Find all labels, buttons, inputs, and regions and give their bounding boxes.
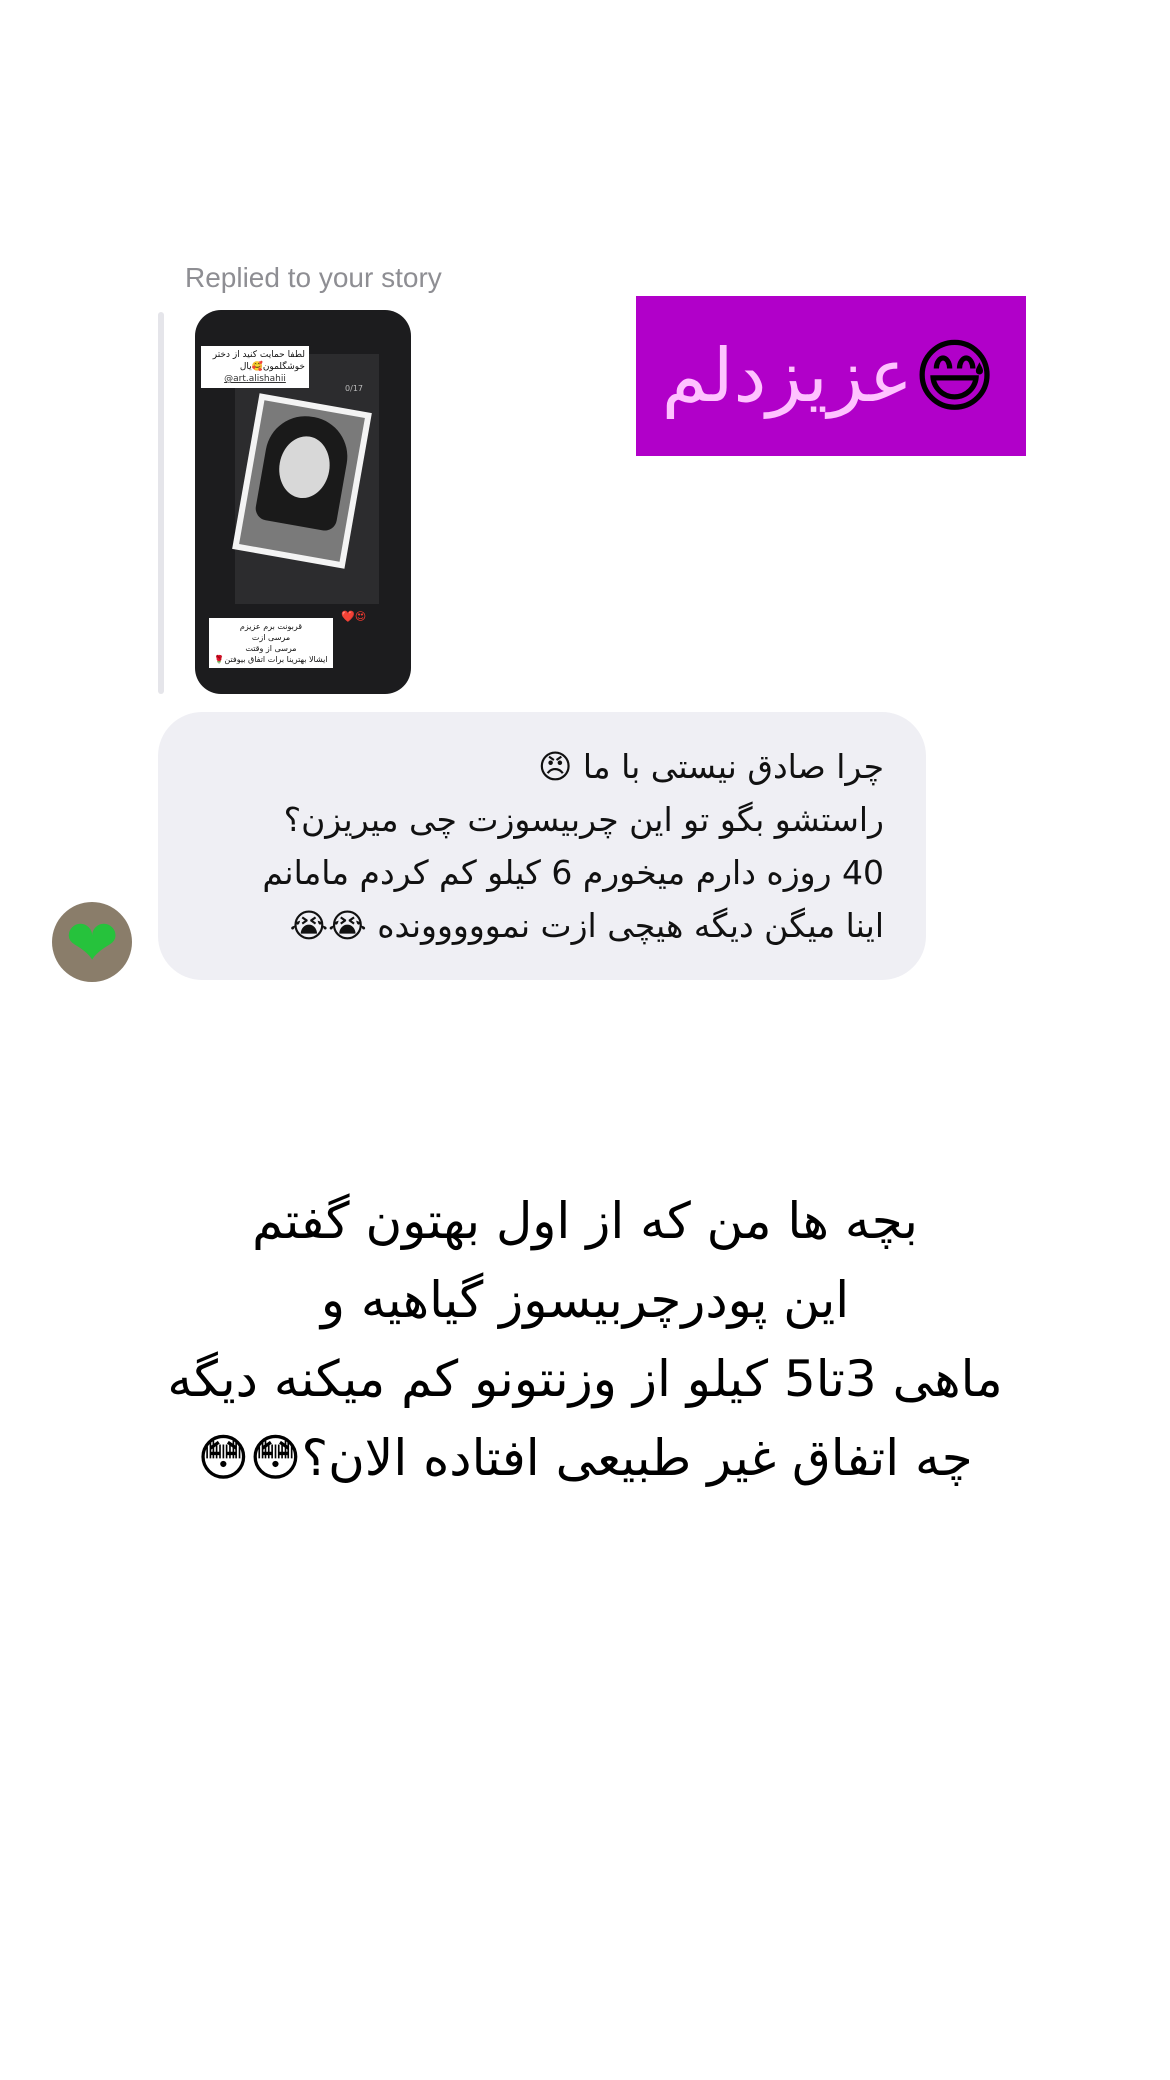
caption-line: چه اتفاق غیر طبیعی افتاده الان؟😳😳	[197, 1429, 973, 1487]
story-bottom-caption-line: ایشالا بهترینا برات اتفاق بیوفتن🌹	[214, 655, 328, 664]
story-reactions: ❤️😍	[341, 610, 367, 623]
story-handle: @art.alishahii	[224, 374, 286, 384]
sticker-text: عزیزدلم	[661, 333, 913, 419]
magenta-sticker: عزیزدلم 😅	[636, 296, 1026, 456]
story-counter: 0/17	[345, 384, 363, 393]
message-bubble[interactable]: چرا صادق نیستی با ما 😠 راستشو بگو تو این…	[158, 712, 926, 980]
sweat-smile-emoji: 😅	[912, 329, 997, 423]
story-bottom-caption-line: قربونت برم عزیزم	[239, 622, 303, 631]
message-line: 40 روزه دارم میخورم 6 کیلو کم کردم مامان…	[262, 853, 884, 892]
story-bottom-caption-line: مرسی ازت	[251, 633, 291, 642]
message-line: راستشو بگو تو این چربیسوزت چی میریزن؟	[283, 800, 884, 839]
message-line: چرا صادق نیستی با ما 😠	[537, 747, 884, 786]
caption-line: ماهی 3تا5 کیلو از وزنتونو کم میکنه دیگه	[167, 1350, 1003, 1408]
story-top-caption: لطفا حمایت کنید از دختر خوشگلمون🥰یال @ar…	[201, 346, 309, 388]
caption-line: بچه ها من که از اول بهتون گفتم	[252, 1192, 918, 1250]
reply-quote-bar	[158, 312, 164, 694]
caption-line: این پودرچربیسوز گیاهیه و	[320, 1271, 850, 1329]
reply-header-label: Replied to your story	[185, 262, 442, 293]
story-bottom-caption-line: مرسی از وقتت	[245, 644, 297, 653]
sender-avatar[interactable]: ❤	[52, 902, 132, 982]
story-thumbnail[interactable]: 0/17 لطفا حمایت کنید از دختر خوشگلمون🥰یا…	[195, 310, 411, 694]
story-top-caption-text: لطفا حمایت کنید از دختر خوشگلمون🥰یال	[212, 350, 305, 372]
story-caption: بچه ها من که از اول بهتون گفتم این پودرچ…	[40, 1182, 1130, 1498]
message-line: اینا میگن دیگه هیچی ازت نمووووونده 😭😭	[289, 906, 884, 945]
story-photo-image	[239, 400, 365, 562]
green-heart-icon: ❤	[65, 907, 119, 981]
story-bottom-caption: قربونت برم عزیزم مرسی ازت مرسی از وقتت ا…	[209, 618, 333, 668]
